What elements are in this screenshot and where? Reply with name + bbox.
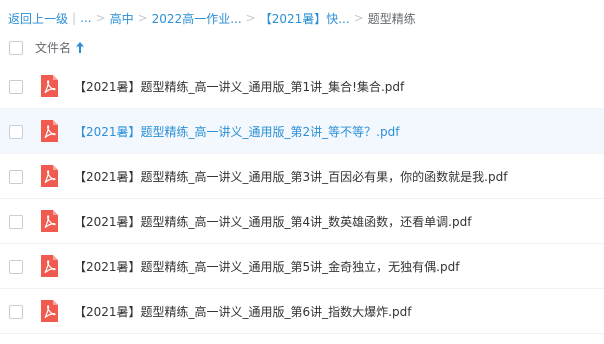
file-name[interactable]: 【2021暑】题型精练_高一讲义_通用版_第4讲_数英雄函数，还看单调.pdf: [74, 213, 471, 230]
column-header-label: 文件名: [35, 41, 72, 55]
select-all-checkbox[interactable]: [9, 41, 23, 55]
breadcrumb-ellipsis[interactable]: ...: [80, 11, 91, 25]
chevron-right-icon: >: [353, 11, 364, 25]
breadcrumb-item-summer[interactable]: 【2021暑】快...: [260, 10, 350, 27]
chevron-right-icon: >: [137, 11, 148, 25]
file-checkbox[interactable]: [9, 260, 23, 274]
column-header-filename[interactable]: 文件名: [35, 39, 85, 56]
pdf-icon: [41, 165, 58, 187]
breadcrumb-item-homework[interactable]: 2022高一作业...: [152, 10, 242, 27]
breadcrumb: 返回上一级 | ... > 高中 > 2022高一作业... > 【2021暑】…: [8, 8, 416, 28]
file-browser: 返回上一级 | ... > 高中 > 2022高一作业... > 【2021暑】…: [0, 0, 604, 344]
back-link[interactable]: 返回上一级: [8, 10, 68, 27]
file-row[interactable]: 【2021暑】题型精练_高一讲义_通用版_第4讲_数英雄函数，还看单调.pdf: [0, 199, 604, 244]
file-checkbox[interactable]: [9, 80, 23, 94]
file-row[interactable]: 【2021暑】题型精练_高一讲义_通用版_第6讲_指数大爆炸.pdf: [0, 289, 604, 334]
file-row[interactable]: 【2021暑】题型精练_高一讲义_通用版_第1讲_集合!集合.pdf: [0, 64, 604, 109]
file-row[interactable]: 【2021暑】题型精练_高一讲义_通用版_第5讲_金奇独立，无独有偶.pdf: [0, 244, 604, 289]
file-list: 【2021暑】题型精练_高一讲义_通用版_第1讲_集合!集合.pdf 【2021暑…: [0, 64, 604, 334]
pdf-icon: [41, 300, 58, 322]
pdf-icon: [41, 210, 58, 232]
file-checkbox[interactable]: [9, 125, 23, 139]
file-checkbox[interactable]: [9, 170, 23, 184]
file-row[interactable]: 【2021暑】题型精练_高一讲义_通用版_第3讲_百因必有果，你的函数就是我.p…: [0, 154, 604, 199]
file-name[interactable]: 【2021暑】题型精练_高一讲义_通用版_第5讲_金奇独立，无独有偶.pdf: [74, 258, 459, 275]
breadcrumb-divider: |: [72, 11, 77, 25]
file-checkbox[interactable]: [9, 305, 23, 319]
chevron-right-icon: >: [245, 11, 256, 25]
file-checkbox[interactable]: [9, 215, 23, 229]
breadcrumb-item-gaozhong[interactable]: 高中: [110, 10, 134, 27]
breadcrumb-current: 题型精练: [367, 11, 416, 26]
file-name[interactable]: 【2021暑】题型精练_高一讲义_通用版_第2讲_等不等？.pdf: [74, 123, 399, 140]
file-name[interactable]: 【2021暑】题型精练_高一讲义_通用版_第1讲_集合!集合.pdf: [74, 78, 404, 95]
file-row[interactable]: 【2021暑】题型精练_高一讲义_通用版_第2讲_等不等？.pdf: [0, 109, 604, 154]
pdf-icon: [41, 255, 58, 277]
file-name[interactable]: 【2021暑】题型精练_高一讲义_通用版_第6讲_指数大爆炸.pdf: [74, 303, 411, 320]
pdf-icon: [41, 120, 58, 142]
chevron-right-icon: >: [95, 11, 106, 25]
list-header: 文件名: [0, 32, 604, 62]
pdf-icon: [41, 75, 58, 97]
file-name[interactable]: 【2021暑】题型精练_高一讲义_通用版_第3讲_百因必有果，你的函数就是我.p…: [74, 168, 507, 185]
sort-ascending-icon: [76, 42, 85, 53]
